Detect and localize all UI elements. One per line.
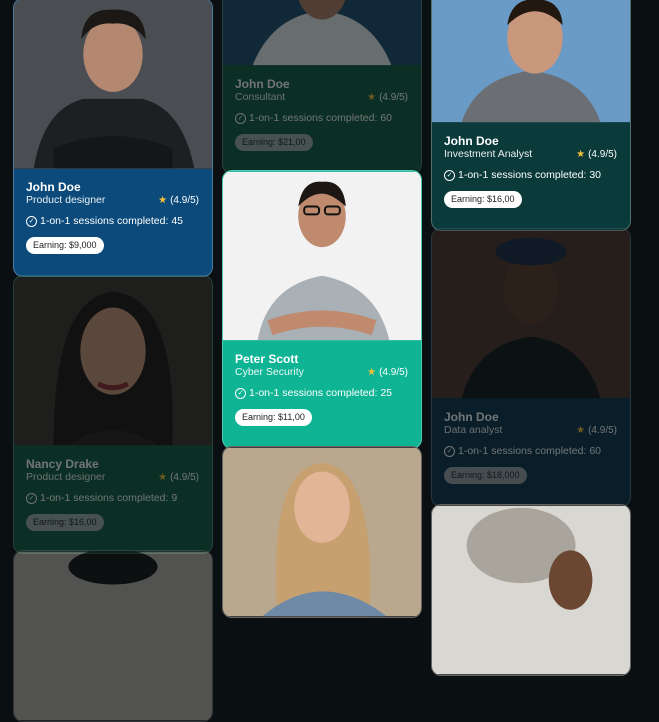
rating: ★ (4.9/5) [367, 92, 408, 103]
check-circle-icon: ✓ [444, 170, 455, 181]
mentor-photo [14, 551, 212, 721]
mentor-name: John Doe [444, 134, 499, 148]
mentor-photo [223, 447, 421, 617]
mentor-card-peter-scott[interactable]: Peter Scott Cyber Security ★ (4.9/5) ✓ 1-o… [222, 170, 422, 449]
mentor-card-nancy-drake[interactable]: Nancy Drake Product designer ★ (4.9/5) ✓ 1… [13, 275, 213, 554]
sessions-completed: ✓ 1-on-1 sessions completed: 25 [235, 387, 409, 400]
star-icon: ★ [576, 425, 586, 436]
mentor-card-partial[interactable] [13, 550, 213, 722]
star-icon: ★ [158, 195, 168, 206]
mentor-card-john-doe-product-designer[interactable]: John Doe Product designer ★ (4.9/5) ✓ 1-on… [13, 0, 213, 277]
rating: ★ (4.9/5) [158, 472, 199, 483]
mentor-card-john-doe-investment-analyst[interactable]: John Doe Investment Analyst ★ (4.9/5) ✓ 1-… [431, 0, 631, 231]
earning-badge: Earning: $16,00 [26, 514, 104, 531]
rating: ★ (4.9/5) [367, 367, 408, 378]
earning-badge: Earning: $11,00 [235, 409, 312, 426]
star-icon: ★ [158, 472, 168, 483]
earning-badge: Earning: $18,000 [444, 467, 527, 484]
mentor-photo [432, 505, 630, 675]
earning-badge: Earning: $21,00 [235, 134, 313, 151]
mentor-card-john-doe-data-analyst[interactable]: John Doe Data analyst ★ (4.9/5) ✓ 1-on-1 s… [431, 228, 631, 507]
sessions-completed: ✓ 1-on-1 sessions completed: 9 [26, 492, 200, 505]
mentor-card-partial[interactable] [222, 446, 422, 618]
mentor-name: Nancy Drake [26, 457, 99, 471]
check-circle-icon: ✓ [235, 113, 246, 124]
mentor-photo [14, 0, 212, 169]
star-icon: ★ [576, 149, 586, 160]
check-circle-icon: ✓ [26, 493, 37, 504]
sessions-completed: ✓ 1-on-1 sessions completed: 60 [235, 112, 409, 125]
rating: ★ (4.9/5) [576, 425, 617, 436]
star-icon: ★ [367, 92, 377, 103]
check-circle-icon: ✓ [235, 388, 246, 399]
sessions-completed: ✓ 1-on-1 sessions completed: 45 [26, 215, 200, 228]
mentor-card-partial[interactable] [431, 504, 631, 676]
mentor-name: John Doe [235, 77, 290, 91]
star-icon: ★ [367, 367, 377, 378]
mentor-photo [432, 0, 630, 123]
check-circle-icon: ✓ [444, 446, 455, 457]
mentor-name: Peter Scott [235, 352, 299, 366]
mentor-photo [432, 229, 630, 399]
mentor-name: John Doe [444, 410, 499, 424]
sessions-completed: ✓ 1-on-1 sessions completed: 30 [444, 169, 618, 182]
rating: ★ (4.9/5) [576, 149, 617, 160]
earning-badge: Earning: $16,00 [444, 191, 522, 208]
earning-badge: Earning: $9,000 [26, 237, 104, 254]
mentor-photo [223, 0, 421, 66]
mentor-card-john-doe-consultant[interactable]: John Doe Consultant ★ (4.9/5) ✓ 1-on-1 ses… [222, 0, 422, 174]
sessions-completed: ✓ 1-on-1 sessions completed: 60 [444, 445, 618, 458]
rating: ★ (4.9/5) [158, 195, 199, 206]
mentor-photo [14, 276, 212, 446]
mentor-photo [223, 171, 421, 341]
mentor-name: John Doe [26, 180, 81, 194]
check-circle-icon: ✓ [26, 216, 37, 227]
